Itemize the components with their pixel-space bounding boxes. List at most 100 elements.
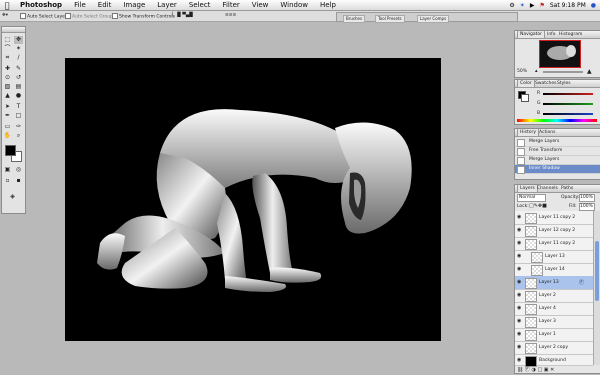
layer-row[interactable]: ◉ Layer 14	[515, 263, 593, 277]
eye-icon[interactable]: ◉	[517, 280, 522, 285]
screen-mode-standard-icon[interactable]: ▫	[3, 177, 12, 185]
document-canvas[interactable]	[65, 58, 441, 341]
toolbox-titlebar[interactable]	[2, 27, 25, 33]
lasso-tool-icon[interactable]: ⌒	[3, 45, 12, 53]
history-brush-tool-icon[interactable]: ↺	[14, 74, 23, 82]
align-icons[interactable]: ▏▐▌▀▄█	[172, 13, 193, 18]
layer-row[interactable]: ◉ Layer 11 copy 2	[515, 237, 593, 251]
menu-app-photoshop[interactable]: Photoshop	[14, 1, 68, 9]
layer-row[interactable]: ◉ Layer 2	[515, 289, 593, 303]
eye-icon[interactable]: ◉	[517, 215, 522, 220]
menu-file[interactable]: File	[68, 1, 92, 9]
bluetooth-icon[interactable]: ✶	[520, 2, 525, 9]
layer-row[interactable]: ◉ Layer 4	[515, 302, 593, 316]
tab-histogram[interactable]: Histogram	[557, 31, 584, 38]
spotlight-icon[interactable]: ●	[591, 2, 596, 9]
tab-history[interactable]: History	[517, 129, 540, 136]
hand-tool-icon[interactable]: ✋	[3, 132, 12, 140]
tab-actions[interactable]: Actions	[537, 129, 557, 136]
tab-navigator[interactable]: Navigator	[517, 31, 546, 38]
move-tool-preset-icon[interactable]: ✥▾	[2, 13, 8, 18]
well-tab-layer-comps[interactable]: Layer Comps	[417, 15, 450, 23]
zoom-value[interactable]: 50%	[517, 69, 527, 74]
eye-icon[interactable]: ◉	[517, 332, 522, 337]
eye-icon[interactable]: ◉	[517, 228, 522, 233]
well-tab-brushes[interactable]: Brushes	[343, 15, 366, 23]
zoom-tool-icon[interactable]: ⌕	[14, 132, 23, 140]
lock-icons[interactable]: □✎✥■	[529, 203, 547, 209]
layer-row[interactable]: ◉ Layer 2 copy	[515, 341, 593, 355]
crop-tool-icon[interactable]: ⌗	[3, 54, 12, 62]
volume-icon[interactable]: ▶	[530, 2, 535, 9]
zoom-slider[interactable]	[543, 71, 583, 73]
zoom-out-icon[interactable]: ▴	[535, 68, 538, 74]
blend-mode-select[interactable]: Normal	[517, 194, 546, 202]
menu-image[interactable]: Image	[117, 1, 151, 9]
menu-select[interactable]: Select	[183, 1, 217, 9]
gradient-tool-icon[interactable]: ▤	[14, 83, 23, 91]
layer-row[interactable]: ◉ Background	[515, 354, 593, 367]
eraser-tool-icon[interactable]: ▧	[3, 83, 12, 91]
history-item-selected[interactable]: Inner Shadow	[515, 165, 600, 174]
zoom-in-icon[interactable]: ▲	[587, 68, 592, 75]
clock-text[interactable]: Sat 9:18 PM	[550, 2, 586, 9]
eye-icon[interactable]: ◉	[517, 254, 522, 259]
quick-mask-mode-icon[interactable]: ◎	[14, 166, 23, 174]
channel-g-slider[interactable]	[543, 103, 593, 105]
apple-menu-icon[interactable]: 	[0, 1, 14, 10]
menu-filter[interactable]: Filter	[216, 1, 245, 9]
notes-tool-icon[interactable]: ▭	[3, 123, 12, 131]
eye-icon[interactable]: ◉	[517, 358, 522, 363]
screen-mode-full-icon[interactable]: ▪	[14, 177, 23, 185]
layer-row[interactable]: ◉ Layer 3	[515, 315, 593, 329]
eye-icon[interactable]: ◉	[517, 319, 522, 324]
color-ramp[interactable]	[517, 119, 597, 122]
channel-r-slider[interactable]	[543, 93, 593, 95]
history-item[interactable]: Free Transform	[515, 147, 600, 156]
layer-row-selected[interactable]: ◉ Layer 13 Ⓕ	[515, 276, 593, 290]
clone-stamp-tool-icon[interactable]: ⊙	[3, 74, 12, 82]
blur-tool-icon[interactable]: ▲	[3, 92, 12, 100]
auto-select-groups-checkbox[interactable]: Auto Select Groups	[65, 13, 115, 20]
tab-info[interactable]: Info	[545, 31, 558, 38]
type-tool-icon[interactable]: T	[14, 103, 23, 111]
history-item[interactable]: Merge Layers	[515, 138, 600, 147]
eyedropper-tool-icon[interactable]: ✑	[14, 123, 23, 131]
standard-mode-icon[interactable]: ▣	[3, 166, 12, 174]
eye-icon[interactable]: ◉	[517, 267, 522, 272]
marquee-tool-icon[interactable]: ⬚	[3, 36, 12, 44]
well-tab-tool-presets[interactable]: Tool Presets	[375, 15, 405, 23]
tab-styles[interactable]: Styles	[555, 80, 573, 87]
menu-view[interactable]: View	[246, 1, 275, 9]
eye-icon[interactable]: ◉	[517, 345, 522, 350]
eye-icon[interactable]: ◉	[517, 306, 522, 311]
healing-brush-tool-icon[interactable]: ✚	[3, 65, 12, 73]
history-item[interactable]: Merge Layers	[515, 156, 600, 165]
auto-select-layer-checkbox[interactable]: Auto Select Layer	[20, 13, 67, 20]
color-bg-swatch[interactable]	[521, 94, 529, 102]
eye-icon[interactable]: ◉	[517, 293, 522, 298]
fill-field[interactable]: 100%	[579, 203, 595, 211]
magic-wand-tool-icon[interactable]: ✶	[14, 45, 23, 53]
menu-help[interactable]: Help	[314, 1, 342, 9]
slice-tool-icon[interactable]: ∕	[14, 54, 23, 62]
layer-row[interactable]: ◉ Layer 13	[515, 250, 593, 264]
layer-row[interactable]: ◉ Layer 11 copy 2	[515, 211, 593, 225]
distribute-icons[interactable]: ≡≡≡	[225, 13, 236, 18]
tab-paths[interactable]: Paths	[559, 185, 575, 192]
tab-channels[interactable]: Channels	[535, 185, 560, 192]
opacity-field[interactable]: 100%	[579, 194, 595, 202]
script-menu-icon[interactable]: ⚙	[509, 2, 514, 9]
brush-tool-icon[interactable]: ✎	[14, 65, 23, 73]
menu-layer[interactable]: Layer	[151, 1, 183, 9]
pen-tool-icon[interactable]: ✒	[3, 112, 12, 120]
layer-row[interactable]: ◉ Layer 12 copy 2	[515, 224, 593, 238]
flag-icon[interactable]: ⚑	[539, 2, 544, 9]
show-transform-controls-checkbox[interactable]: Show Transform Controls	[112, 13, 175, 20]
layers-scrollbar[interactable]	[593, 211, 600, 365]
shape-tool-icon[interactable]: □	[14, 112, 23, 120]
layers-footer-icons[interactable]: ⛓ Ⓕ ◑ □ ▣ ✕	[517, 366, 554, 373]
dodge-tool-icon[interactable]: ●	[14, 92, 23, 100]
foreground-color-swatch[interactable]	[5, 145, 16, 156]
menu-window[interactable]: Window	[274, 1, 314, 9]
